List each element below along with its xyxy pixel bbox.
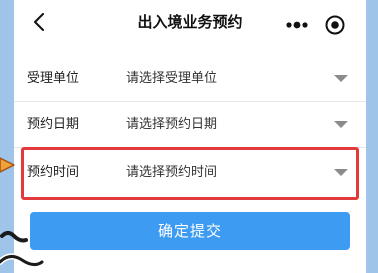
navigation-bar: 出入境业务预约 <box>14 0 366 44</box>
app-screen: 出入境业务预约 受理单位 请选择受理单位 预约日期 请选择预约日期 预约时间 请… <box>14 0 366 273</box>
dropdown-caret-icon <box>334 75 348 82</box>
field-label: 受理单位 <box>27 71 80 86</box>
target-icon[interactable] <box>324 14 346 36</box>
submit-button[interactable]: 确定提交 <box>30 212 350 250</box>
field-placeholder: 请选择预约时间 <box>126 165 218 180</box>
pointer-arrow-icon <box>0 157 15 173</box>
booking-form: 受理单位 请选择受理单位 预约日期 请选择预约日期 预约时间 请选择预约时间 <box>14 56 366 200</box>
dropdown-caret-icon <box>334 121 348 128</box>
more-dots-icon[interactable] <box>282 16 312 34</box>
mini-program-capsule <box>276 10 354 40</box>
dropdown-caret-icon <box>334 169 348 176</box>
field-placeholder: 请选择受理单位 <box>126 71 218 86</box>
overlay-decoration <box>0 231 45 268</box>
appointment-date-select[interactable]: 预约日期 请选择预约日期 <box>14 102 366 148</box>
field-label: 预约日期 <box>27 117 80 132</box>
field-label: 预约时间 <box>27 165 80 180</box>
accepting-unit-select[interactable]: 受理单位 请选择受理单位 <box>14 56 366 102</box>
field-placeholder: 请选择预约日期 <box>126 117 218 132</box>
appointment-time-select[interactable]: 预约时间 请选择预约时间 <box>21 147 359 200</box>
